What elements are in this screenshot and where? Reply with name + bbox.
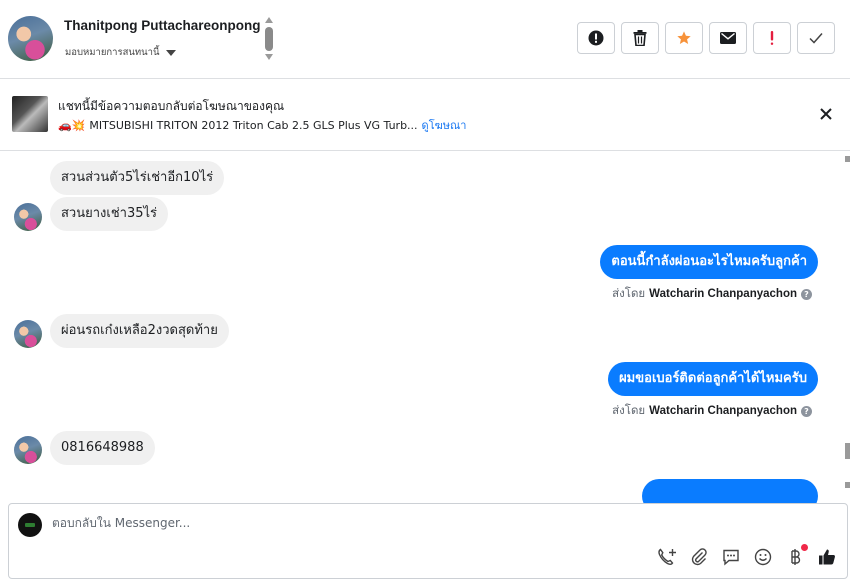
like-icon — [819, 549, 835, 565]
attach-button[interactable] — [689, 547, 709, 567]
trash-icon — [633, 30, 647, 46]
caret-down-icon — [165, 50, 176, 56]
view-ad-link[interactable]: ดูโฆษณา — [422, 116, 467, 134]
attachment-icon — [691, 548, 707, 566]
conversation-actions — [577, 22, 835, 54]
sent-by-label: ส่งโดย Watcharin Chanpanyachon ? — [612, 402, 812, 420]
payment-icon — [791, 549, 801, 565]
composer-toolbar — [657, 544, 837, 567]
contact-avatar-small[interactable] — [14, 320, 42, 348]
exclamation-icon — [770, 31, 774, 45]
emoji-icon — [754, 548, 772, 566]
star-button[interactable] — [665, 22, 703, 54]
saved-replies-button[interactable] — [721, 547, 741, 567]
incoming-message: 0816648988 — [50, 431, 155, 465]
delete-button[interactable] — [621, 22, 659, 54]
scroll-thumb[interactable] — [265, 27, 273, 51]
header-scrollbar[interactable] — [263, 17, 275, 63]
close-icon[interactable] — [817, 105, 835, 123]
sender-name: Watcharin Chanpanyachon — [649, 405, 797, 417]
sent-by-prefix: ส่งโดย — [612, 286, 646, 300]
notification-dot — [801, 544, 808, 551]
ad-context-bar: แชทนี้มีข้อความตอบกลับต่อโฆษณาของคุณ 🚗💥 … — [0, 80, 850, 151]
payment-button[interactable] — [785, 544, 808, 567]
ad-product-title: MITSUBISHI TRITON 2012 Triton Cab 2.5 GL… — [89, 118, 418, 132]
conversation-header: Thanitpong Puttachareonpong มอบหมายการสน… — [0, 0, 850, 79]
car-emoji: 🚗💥 — [58, 118, 86, 132]
scroll-down-arrow-icon[interactable] — [845, 482, 850, 488]
page-avatar — [18, 513, 42, 537]
sent-by-prefix: ส่งโดย — [612, 403, 646, 417]
call-add-button[interactable] — [657, 547, 677, 567]
scroll-up-arrow-icon[interactable] — [845, 156, 850, 162]
ad-context-title: แชทนี้มีข้อความตอบกลับต่อโฆษณาของคุณ — [58, 99, 285, 113]
incoming-message: สวนยางเช่า35ไร่ — [50, 197, 169, 231]
ad-context-product: 🚗💥 MITSUBISHI TRITON 2012 Triton Cab 2.5… — [58, 116, 466, 134]
envelope-icon — [720, 32, 736, 44]
outgoing-message: ตอนนี้กำลังผ่อนอะไรไหมครับลูกค้า — [600, 245, 818, 279]
help-icon[interactable]: ? — [801, 288, 812, 300]
star-icon — [677, 31, 691, 44]
incoming-message: สวนส่วนตัว5ไร่เช่าอีก10ไร่ — [50, 161, 225, 195]
message-thread[interactable]: สวนส่วนตัว5ไร่เช่าอีก10ไร่ สวนยางเช่า35ไ… — [0, 152, 846, 503]
help-icon[interactable]: ? — [801, 405, 812, 417]
scroll-up-arrow-icon[interactable] — [265, 17, 273, 23]
mark-done-button[interactable] — [797, 22, 835, 54]
call-add-icon — [658, 548, 676, 566]
saved-reply-icon — [723, 549, 739, 566]
assign-label: มอบหมายการสนทนานี้ — [65, 47, 160, 58]
check-icon — [809, 33, 823, 44]
spam-button[interactable] — [577, 22, 615, 54]
mark-unread-button[interactable] — [709, 22, 747, 54]
contact-avatar-small[interactable] — [14, 203, 42, 231]
contact-avatar[interactable] — [8, 16, 53, 61]
reply-composer — [8, 503, 848, 579]
scroll-down-arrow-icon[interactable] — [265, 54, 273, 60]
thread-scrollbar[interactable] — [845, 152, 850, 503]
reply-input[interactable] — [52, 516, 752, 530]
incoming-message: ผ่อนรถเก๋งเหลือ2งวดสุดท้าย — [50, 314, 229, 348]
outgoing-message: ผมขอเบอร์ติดต่อลูกค้าได้ไหมครับ — [608, 362, 818, 396]
outgoing-message-partial — [642, 479, 818, 503]
like-button[interactable] — [817, 547, 837, 567]
sender-name: Watcharin Chanpanyachon — [649, 288, 797, 300]
contact-name[interactable]: Thanitpong Puttachareonpong — [64, 18, 260, 33]
exclamation-circle-icon — [588, 30, 604, 46]
sent-by-label: ส่งโดย Watcharin Chanpanyachon ? — [612, 285, 812, 303]
scroll-thumb[interactable] — [845, 443, 850, 459]
emoji-button[interactable] — [753, 547, 773, 567]
contact-avatar-small[interactable] — [14, 436, 42, 464]
follow-up-button[interactable] — [753, 22, 791, 54]
ad-thumbnail[interactable] — [12, 96, 48, 132]
assign-conversation-dropdown[interactable]: มอบหมายการสนทนานี้ — [65, 45, 176, 60]
